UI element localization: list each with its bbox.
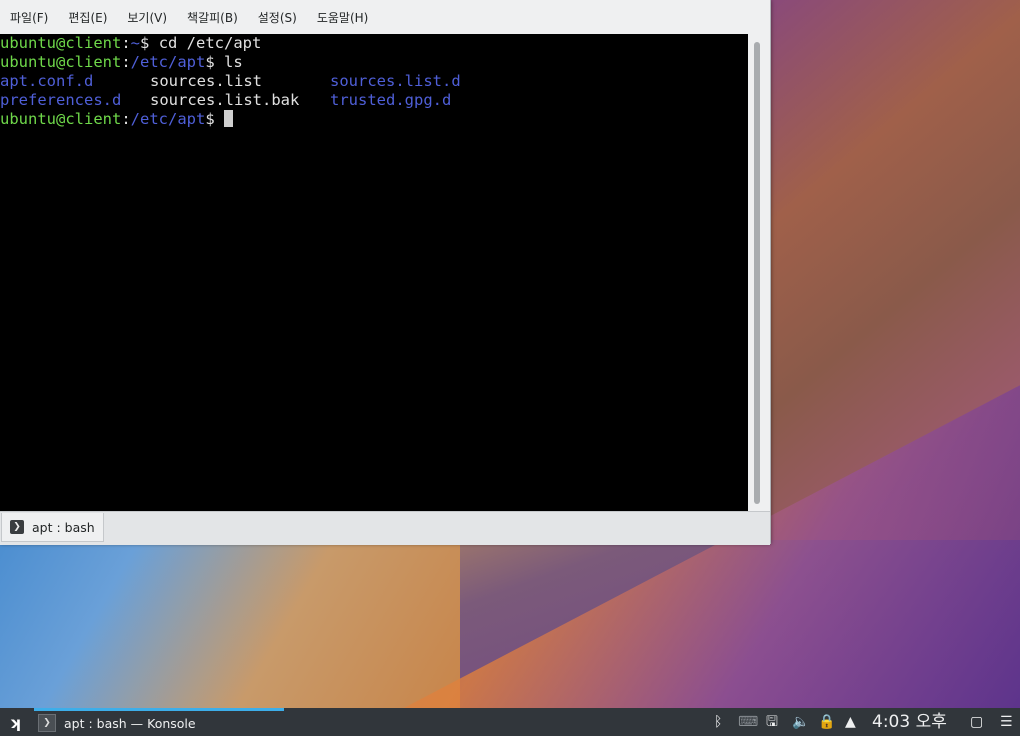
terminal-icon: ❯ bbox=[38, 714, 56, 732]
konsole-window: 파일(F) 편집(E) 보기(V) 책갈피(B) 설정(S) 도움말(H) ub… bbox=[0, 0, 771, 545]
expand-tray-icon[interactable]: ▲ bbox=[845, 712, 856, 732]
ls-entry: trusted.gpg.d bbox=[330, 91, 452, 109]
ls-output-row: preferences.d sources.list.bak trusted.gpg… bbox=[0, 91, 748, 110]
ls-entry: preferences.d bbox=[0, 91, 122, 109]
clock[interactable]: 4:03 오후 bbox=[872, 711, 947, 733]
terminal-line: ubuntu@client:/etc/apt$ ls bbox=[0, 53, 748, 72]
prompt-symbol: $ bbox=[205, 110, 224, 128]
taskbar-panel: ʞ ❯ apt : bash — Konsole ᛒ ⌨ 🖫 🔈 🔒 ▲ 4:0… bbox=[0, 708, 1020, 736]
wallpaper-left bbox=[0, 540, 460, 710]
command-text: cd /etc/apt bbox=[158, 34, 262, 52]
menu-file[interactable]: 파일(F) bbox=[4, 9, 54, 26]
menu-view[interactable]: 보기(V) bbox=[121, 9, 173, 26]
prompt-path: /etc/apt bbox=[130, 110, 206, 128]
prompt-sep: : bbox=[121, 34, 131, 52]
lock-icon[interactable]: 🔒 bbox=[818, 712, 835, 732]
volume-icon[interactable]: 🔈 bbox=[792, 712, 809, 732]
prompt-path: /etc/apt bbox=[130, 53, 206, 71]
terminal-icon: ❯ bbox=[10, 520, 24, 534]
task-label: apt : bash — Konsole bbox=[64, 715, 196, 731]
prompt-path: ~ bbox=[130, 34, 141, 52]
menu-settings[interactable]: 설정(S) bbox=[252, 9, 303, 26]
menu-help[interactable]: 도움말(H) bbox=[311, 9, 375, 26]
terminal-cursor bbox=[224, 110, 233, 127]
terminal-line: ubuntu@client:~$ cd /etc/apt bbox=[0, 34, 748, 53]
prompt-sep: : bbox=[121, 110, 131, 128]
ls-entry: sources.list.d bbox=[330, 72, 461, 90]
menu-icon[interactable]: ☰ bbox=[1000, 712, 1013, 732]
kde-launcher-icon[interactable]: ʞ bbox=[6, 714, 24, 732]
menu-bookmarks[interactable]: 책갈피(B) bbox=[181, 9, 244, 26]
network-icon[interactable]: 🖫 bbox=[766, 712, 778, 732]
ls-entry: sources.list bbox=[150, 72, 262, 90]
command-text: ls bbox=[224, 53, 243, 71]
menu-bar: 파일(F) 편집(E) 보기(V) 책갈피(B) 설정(S) 도움말(H) bbox=[0, 0, 770, 34]
tab-bar: ❯ apt : bash bbox=[0, 511, 770, 545]
prompt-symbol: $ bbox=[140, 34, 159, 52]
prompt-sep: : bbox=[121, 53, 131, 71]
tab-label: apt : bash bbox=[32, 519, 95, 535]
ls-output-row: apt.conf.d sources.list sources.list.d bbox=[0, 72, 748, 91]
prompt-user: ubuntu@client bbox=[0, 34, 122, 52]
ls-entry: sources.list.bak bbox=[150, 91, 300, 109]
prompt-user: ubuntu@client bbox=[0, 110, 122, 128]
tab-apt-bash[interactable]: ❯ apt : bash bbox=[1, 513, 104, 542]
terminal-line: ubuntu@client:/etc/apt$ bbox=[0, 110, 748, 129]
task-konsole[interactable]: ❯ apt : bash — Konsole bbox=[38, 713, 196, 733]
prompt-symbol: $ bbox=[205, 53, 224, 71]
terminal-scrollbar[interactable] bbox=[748, 34, 770, 511]
ls-entry: apt.conf.d bbox=[0, 72, 94, 90]
scrollbar-thumb[interactable] bbox=[754, 42, 760, 504]
menu-edit[interactable]: 편집(E) bbox=[62, 9, 113, 26]
show-desktop-icon[interactable]: ▢ bbox=[970, 712, 983, 732]
bluetooth-icon[interactable]: ᛒ bbox=[714, 712, 722, 732]
terminal-area[interactable]: ubuntu@client:~$ cd /etc/apt ubuntu@clie… bbox=[0, 34, 748, 511]
prompt-user: ubuntu@client bbox=[0, 53, 122, 71]
keyboard-icon[interactable]: ⌨ bbox=[738, 712, 758, 732]
active-task-indicator bbox=[34, 708, 284, 711]
